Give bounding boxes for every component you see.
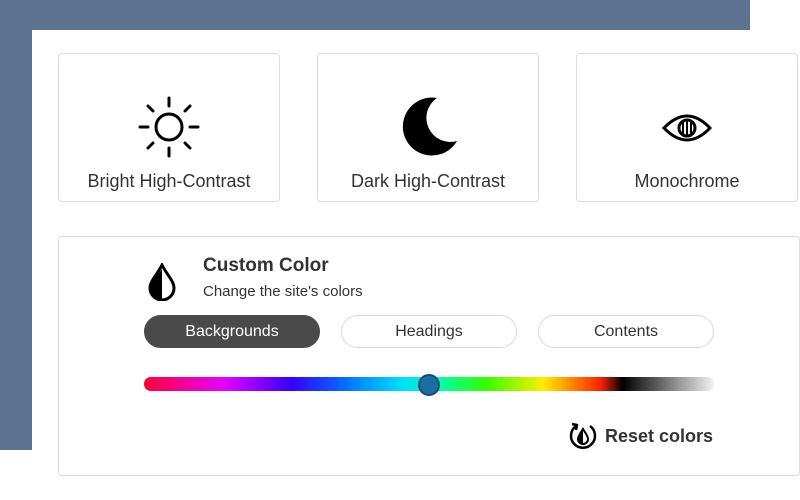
reset-colors-button[interactable]: Reset colors bbox=[568, 421, 713, 451]
moon-icon bbox=[397, 96, 459, 163]
reset-drop-icon bbox=[568, 421, 598, 451]
color-slider-thumb[interactable] bbox=[418, 374, 440, 396]
reset-colors-label: Reset colors bbox=[604, 425, 713, 446]
tab-backgrounds[interactable]: Backgrounds bbox=[144, 315, 320, 348]
custom-color-title: Custom Color bbox=[203, 255, 329, 276]
bright-high-contrast-label: Bright High-Contrast bbox=[87, 171, 251, 191]
water-drop-icon bbox=[147, 261, 177, 306]
monochrome-button[interactable]: Monochrome bbox=[576, 53, 798, 202]
eye-icon bbox=[661, 112, 713, 149]
bright-high-contrast-button[interactable]: Bright High-Contrast bbox=[58, 53, 280, 202]
tab-contents[interactable]: Contents bbox=[538, 315, 714, 348]
dark-high-contrast-button[interactable]: Dark High-Contrast bbox=[317, 53, 539, 202]
accessibility-panel: Bright High-Contrast Dark High-Contrast … bbox=[32, 30, 800, 500]
background-band-top bbox=[0, 0, 750, 30]
background-band-left bbox=[0, 0, 32, 450]
monochrome-label: Monochrome bbox=[634, 171, 740, 191]
custom-color-section: Custom Color Change the site's colors Ba… bbox=[58, 236, 800, 476]
custom-color-subtitle: Change the site's colors bbox=[203, 283, 363, 300]
dark-high-contrast-label: Dark High-Contrast bbox=[350, 171, 506, 191]
tab-headings[interactable]: Headings bbox=[341, 315, 517, 348]
sun-icon bbox=[138, 96, 200, 163]
